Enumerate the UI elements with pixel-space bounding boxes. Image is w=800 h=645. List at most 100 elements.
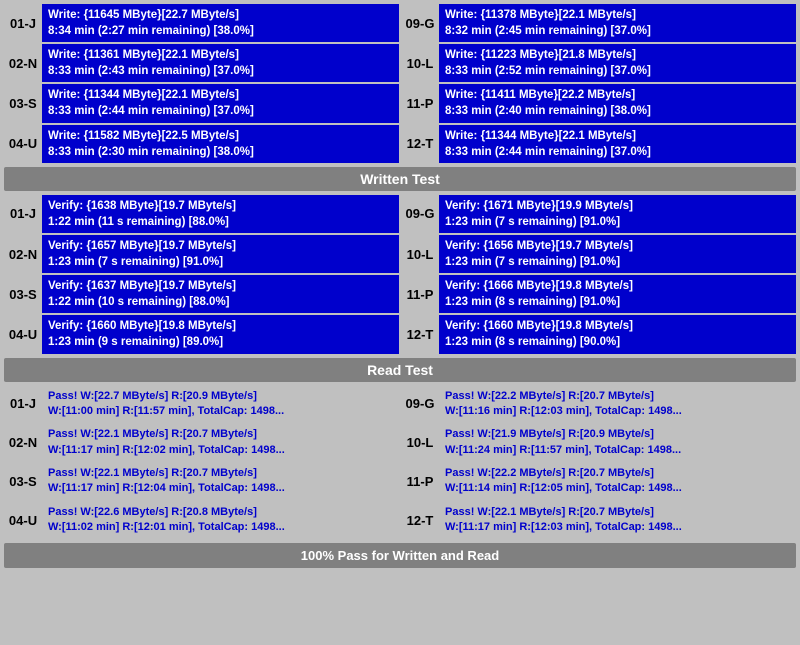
drive-label: 04-U <box>4 315 42 353</box>
drive-cell-01-J: 01-JPass! W:[22.7 MByte/s] R:[20.9 MByte… <box>4 386 399 423</box>
drive-line1: Verify: {1656 MByte}[19.7 MByte/s] <box>445 238 790 254</box>
drive-line1: Pass! W:[22.1 MByte/s] R:[20.7 MByte/s] <box>48 427 393 442</box>
drive-cell-10-L: 10-LWrite: {11223 MByte}[21.8 MByte/s]8:… <box>401 44 796 82</box>
drive-label: 01-J <box>4 4 42 42</box>
drive-label: 09-G <box>401 195 439 233</box>
drive-cell-03-S: 03-SPass! W:[22.1 MByte/s] R:[20.7 MByte… <box>4 463 399 500</box>
drive-cell-11-P: 11-PVerify: {1666 MByte}[19.8 MByte/s]1:… <box>401 275 796 313</box>
drive-line2: 1:23 min (8 s remaining) [91.0%] <box>445 294 790 310</box>
drive-label: 03-S <box>4 84 42 122</box>
drive-label: 04-U <box>4 502 42 539</box>
drive-line2: W:[11:17 min] R:[12:04 min], TotalCap: 1… <box>48 481 393 496</box>
drive-line1: Verify: {1660 MByte}[19.8 MByte/s] <box>48 318 393 334</box>
drive-info: Verify: {1671 MByte}[19.9 MByte/s]1:23 m… <box>439 195 796 233</box>
drive-label: 12-T <box>401 125 439 163</box>
drive-line2: 1:22 min (10 s remaining) [88.0%] <box>48 294 393 310</box>
read-test-header: Read Test <box>4 358 796 382</box>
drive-line1: Verify: {1671 MByte}[19.9 MByte/s] <box>445 198 790 214</box>
drive-line1: Pass! W:[22.2 MByte/s] R:[20.7 MByte/s] <box>445 466 790 481</box>
drive-line2: 1:22 min (11 s remaining) [88.0%] <box>48 214 393 230</box>
drive-label: 01-J <box>4 386 42 423</box>
read-grid: 01-JPass! W:[22.7 MByte/s] R:[20.9 MByte… <box>4 386 796 539</box>
drive-cell-01-J: 01-JWrite: {11645 MByte}[22.7 MByte/s]8:… <box>4 4 399 42</box>
drive-line2: W:[11:17 min] R:[12:02 min], TotalCap: 1… <box>48 443 393 458</box>
drive-cell-04-U: 04-UPass! W:[22.6 MByte/s] R:[20.8 MByte… <box>4 502 399 539</box>
drive-line2: W:[11:24 min] R:[11:57 min], TotalCap: 1… <box>445 443 790 458</box>
drive-info: Verify: {1660 MByte}[19.8 MByte/s]1:23 m… <box>42 315 399 353</box>
drive-line1: Write: {11223 MByte}[21.8 MByte/s] <box>445 47 790 63</box>
drive-line1: Write: {11582 MByte}[22.5 MByte/s] <box>48 128 393 144</box>
drive-line1: Verify: {1666 MByte}[19.8 MByte/s] <box>445 278 790 294</box>
drive-cell-09-G: 09-GWrite: {11378 MByte}[22.1 MByte/s]8:… <box>401 4 796 42</box>
drive-cell-12-T: 12-TVerify: {1660 MByte}[19.8 MByte/s]1:… <box>401 315 796 353</box>
drive-label: 04-U <box>4 125 42 163</box>
drive-line2: W:[11:17 min] R:[12:03 min], TotalCap: 1… <box>445 520 790 535</box>
drive-info: Verify: {1656 MByte}[19.7 MByte/s]1:23 m… <box>439 235 796 273</box>
verify-section: 01-JVerify: {1638 MByte}[19.7 MByte/s]1:… <box>4 195 796 354</box>
drive-info: Write: {11378 MByte}[22.1 MByte/s]8:32 m… <box>439 4 796 42</box>
drive-cell-12-T: 12-TPass! W:[22.1 MByte/s] R:[20.7 MByte… <box>401 502 796 539</box>
drive-cell-02-N: 02-NWrite: {11361 MByte}[22.1 MByte/s]8:… <box>4 44 399 82</box>
drive-info: Write: {11411 MByte}[22.2 MByte/s]8:33 m… <box>439 84 796 122</box>
drive-line1: Write: {11378 MByte}[22.1 MByte/s] <box>445 7 790 23</box>
drive-line2: W:[11:02 min] R:[12:01 min], TotalCap: 1… <box>48 520 393 535</box>
drive-info: Verify: {1666 MByte}[19.8 MByte/s]1:23 m… <box>439 275 796 313</box>
drive-cell-04-U: 04-U Write: {11582 MByte}[22.5 MByte/s]8:… <box>4 125 399 163</box>
drive-label: 11-P <box>401 463 439 500</box>
footer-status: 100% Pass for Written and Read <box>4 543 796 568</box>
drive-label: 03-S <box>4 275 42 313</box>
drive-cell-01-J: 01-JVerify: {1638 MByte}[19.7 MByte/s]1:… <box>4 195 399 233</box>
drive-line1: Pass! W:[22.1 MByte/s] R:[20.7 MByte/s] <box>48 466 393 481</box>
drive-line2: W:[11:16 min] R:[12:03 min], TotalCap: 1… <box>445 404 790 419</box>
drive-line1: Verify: {1638 MByte}[19.7 MByte/s] <box>48 198 393 214</box>
drive-cell-10-L: 10-LPass! W:[21.9 MByte/s] R:[20.9 MByte… <box>401 424 796 461</box>
drive-line1: Write: {11344 MByte}[22.1 MByte/s] <box>48 87 393 103</box>
drive-line2: 1:23 min (7 s remaining) [91.0%] <box>445 254 790 270</box>
drive-label: 11-P <box>401 84 439 122</box>
drive-line2: W:[11:00 min] R:[11:57 min], TotalCap: 1… <box>48 404 393 419</box>
drive-cell-11-P: 11-PPass! W:[22.2 MByte/s] R:[20.7 MByte… <box>401 463 796 500</box>
drive-info: Pass! W:[21.9 MByte/s] R:[20.9 MByte/s]W… <box>439 424 796 461</box>
drive-cell-10-L: 10-LVerify: {1656 MByte}[19.7 MByte/s]1:… <box>401 235 796 273</box>
write-grid: 01-JWrite: {11645 MByte}[22.7 MByte/s]8:… <box>4 4 796 163</box>
drive-line2: 8:33 min (2:43 min remaining) [37.0%] <box>48 63 393 79</box>
drive-info: Verify: {1660 MByte}[19.8 MByte/s]1:23 m… <box>439 315 796 353</box>
drive-line1: Pass! W:[22.1 MByte/s] R:[20.7 MByte/s] <box>445 505 790 520</box>
verify-grid: 01-JVerify: {1638 MByte}[19.7 MByte/s]1:… <box>4 195 796 354</box>
drive-line1: Write: {11361 MByte}[22.1 MByte/s] <box>48 47 393 63</box>
drive-label: 02-N <box>4 424 42 461</box>
drive-label: 09-G <box>401 4 439 42</box>
drive-line1: Verify: {1637 MByte}[19.7 MByte/s] <box>48 278 393 294</box>
drive-line1: Write: {11411 MByte}[22.2 MByte/s] <box>445 87 790 103</box>
drive-info: Pass! W:[22.1 MByte/s] R:[20.7 MByte/s]W… <box>42 463 399 500</box>
drive-info: Pass! W:[22.1 MByte/s] R:[20.7 MByte/s]W… <box>439 502 796 539</box>
drive-line2: 8:32 min (2:45 min remaining) [37.0%] <box>445 23 790 39</box>
drive-label: 09-G <box>401 386 439 423</box>
drive-line1: Pass! W:[21.9 MByte/s] R:[20.9 MByte/s] <box>445 427 790 442</box>
drive-line2: 8:33 min (2:30 min remaining) [38.0%] <box>48 144 393 160</box>
drive-line2: 8:34 min (2:27 min remaining) [38.0%] <box>48 23 393 39</box>
drive-cell-03-S: 03-S Verify: {1637 MByte}[19.7 MByte/s]1:… <box>4 275 399 313</box>
drive-label: 01-J <box>4 195 42 233</box>
drive-cell-02-N: 02-NVerify: {1657 MByte}[19.7 MByte/s]1:… <box>4 235 399 273</box>
drive-info: Write: {11344 MByte}[22.1 MByte/s]8:33 m… <box>439 125 796 163</box>
drive-info: Pass! W:[22.7 MByte/s] R:[20.9 MByte/s]W… <box>42 386 399 423</box>
drive-line2: 8:33 min (2:40 min remaining) [38.0%] <box>445 103 790 119</box>
drive-cell-04-U: 04-UVerify: {1660 MByte}[19.8 MByte/s]1:… <box>4 315 399 353</box>
drive-line2: W:[11:14 min] R:[12:05 min], TotalCap: 1… <box>445 481 790 496</box>
drive-label: 12-T <box>401 502 439 539</box>
drive-label: 03-S <box>4 463 42 500</box>
drive-label: 10-L <box>401 44 439 82</box>
drive-info: Pass! W:[22.1 MByte/s] R:[20.7 MByte/s]W… <box>42 424 399 461</box>
drive-label: 10-L <box>401 424 439 461</box>
drive-cell-09-G: 09-GVerify: {1671 MByte}[19.9 MByte/s]1:… <box>401 195 796 233</box>
drive-label: 12-T <box>401 315 439 353</box>
drive-info: Pass! W:[22.2 MByte/s] R:[20.7 MByte/s]W… <box>439 463 796 500</box>
drive-info: Verify: {1638 MByte}[19.7 MByte/s]1:22 m… <box>42 195 399 233</box>
drive-line2: 1:23 min (7 s remaining) [91.0%] <box>445 214 790 230</box>
drive-label: 11-P <box>401 275 439 313</box>
write-section: 01-JWrite: {11645 MByte}[22.7 MByte/s]8:… <box>4 4 796 163</box>
drive-cell-02-N: 02-NPass! W:[22.1 MByte/s] R:[20.7 MByte… <box>4 424 399 461</box>
drive-line1: Write: {11344 MByte}[22.1 MByte/s] <box>445 128 790 144</box>
drive-info: Write: {11361 MByte}[22.1 MByte/s]8:33 m… <box>42 44 399 82</box>
